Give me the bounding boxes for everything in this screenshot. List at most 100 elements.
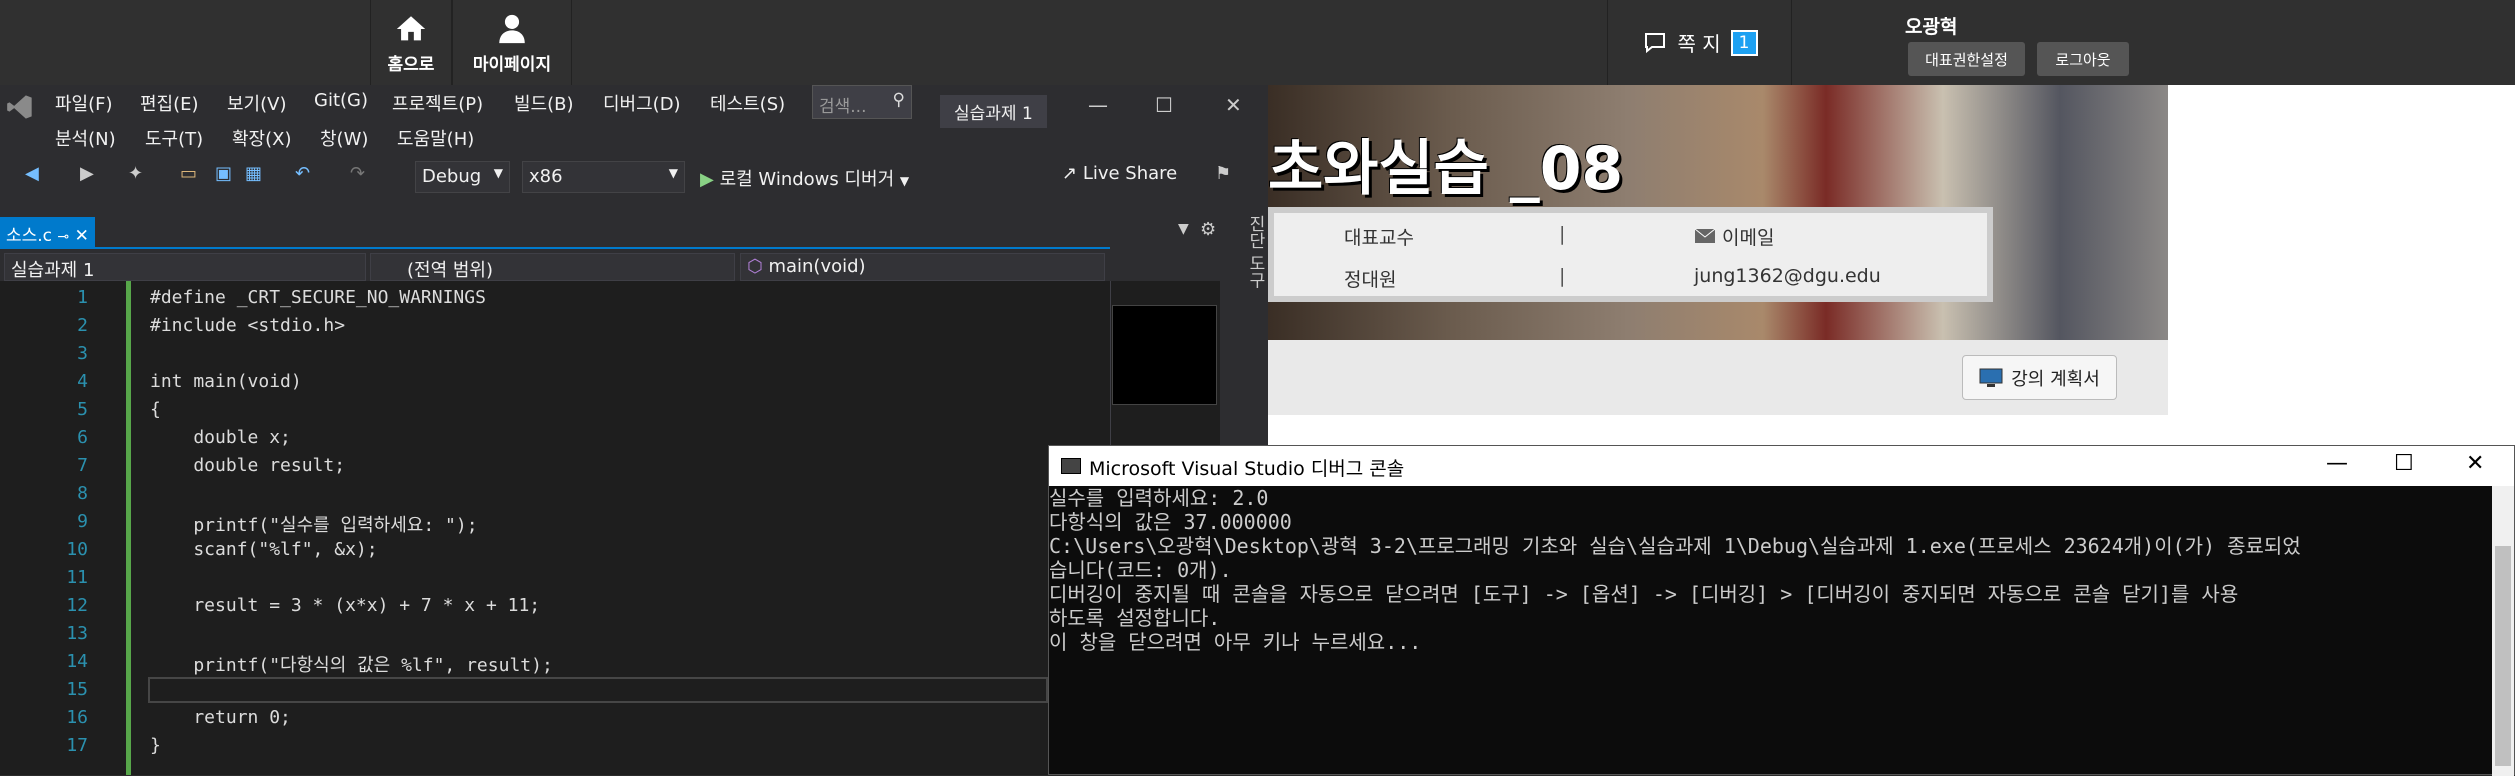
menu-window[interactable]: 창(W) <box>320 125 368 151</box>
redo-icon[interactable]: ↷ <box>350 163 365 184</box>
file-tab[interactable]: 소스.c ⊸ ✕ <box>0 217 95 247</box>
method-icon: ⬡ <box>747 256 763 277</box>
menu-tools[interactable]: 도구(T) <box>145 125 203 151</box>
menu-extensions[interactable]: 확장(X) <box>232 125 292 151</box>
mypage-label: 마이페이지 <box>472 55 552 75</box>
logout-button[interactable]: 로그아웃 <box>2037 42 2129 76</box>
open-folder-icon[interactable]: ▭ <box>180 163 197 184</box>
menu-view[interactable]: 보기(V) <box>227 90 286 116</box>
scrollbar[interactable] <box>2492 486 2514 776</box>
code-line: int main(void) <box>150 371 302 392</box>
code-editor[interactable]: 1 2 3 4 5 6 7 8 9 10 11 12 13 14 15 16 17 #define _CRT_S… <box>0 281 1110 775</box>
console-output[interactable]: 실수를 입력하세요: 2.0 다항식의 값은 37.000000 C:\Users\… <box>1049 486 2489 776</box>
code-line: return 0; <box>150 707 291 728</box>
home-nav-button[interactable]: 홈으로 <box>370 0 452 85</box>
config-value: Debug <box>422 166 482 187</box>
menu-analyze[interactable]: 분석(N) <box>55 125 116 151</box>
line-number: 16 <box>66 707 88 728</box>
gear-icon[interactable]: ⚙ <box>1200 219 1216 240</box>
config-dropdown[interactable]: Debug ▼ <box>415 161 510 193</box>
menu-test[interactable]: 테스트(S) <box>710 90 785 116</box>
dropdown-icon[interactable]: ▼ <box>1178 221 1189 237</box>
file-tab-label: 소스.c <box>6 226 53 246</box>
menu-git[interactable]: Git(G) <box>314 90 368 111</box>
function-dropdown[interactable]: ⬡ main(void) <box>740 253 1105 281</box>
line-number: 11 <box>66 567 88 588</box>
solution-title: 실습과제 1 <box>940 95 1047 128</box>
syllabus-label: 강의 계획서 <box>2011 368 2100 390</box>
code-line: #define _CRT_SECURE_NO_WARNINGS <box>150 287 486 308</box>
live-share-label: Live Share <box>1082 163 1178 184</box>
minimize-icon[interactable]: — <box>2326 451 2348 476</box>
line-number: 1 <box>77 287 88 308</box>
professor-name: 정대원 <box>1344 269 1397 291</box>
play-icon: ▶ <box>700 169 714 190</box>
back-icon[interactable]: ◀ <box>25 163 39 184</box>
line-number: 3 <box>77 343 88 364</box>
search-icon: ⚲ <box>892 90 905 110</box>
close-icon[interactable]: ✕ <box>1225 93 1242 117</box>
mypage-nav-button[interactable]: 마이페이지 <box>452 0 572 85</box>
menu-bar: 파일(F) 편집(E) 보기(V) Git(G) 프로젝트(P) 빌드(B) 디… <box>0 85 1268 153</box>
close-tab-icon[interactable]: ✕ <box>75 226 89 246</box>
feedback-icon[interactable]: ⚑ <box>1215 163 1231 184</box>
scrollbar-thumb[interactable] <box>2495 546 2511 766</box>
search-input[interactable]: 검색... ⚲ <box>812 85 912 119</box>
debug-console-window: Microsoft Visual Studio 디버그 콘솔 — ☐ ✕ 실수를… <box>1048 445 2515 776</box>
minimize-icon[interactable]: — <box>1088 93 1108 117</box>
forward-icon[interactable]: ▶ <box>80 163 94 184</box>
home-label: 홈으로 <box>387 55 435 75</box>
change-indicator <box>126 281 131 775</box>
messages-count-badge: 1 <box>1730 29 1758 56</box>
user-name: 오광혁 <box>1905 16 1958 38</box>
menu-file[interactable]: 파일(F) <box>55 90 113 116</box>
platform-dropdown[interactable]: x86 ▼ <box>522 161 685 193</box>
console-title: Microsoft Visual Studio 디버그 콘솔 <box>1089 458 1405 480</box>
line-number: 17 <box>66 735 88 756</box>
line-number: 13 <box>66 623 88 644</box>
save-all-icon[interactable]: ▦ <box>245 163 262 184</box>
permission-settings-button[interactable]: 대표권한설정 <box>1908 42 2025 76</box>
menu-build[interactable]: 빌드(B) <box>514 90 574 116</box>
search-placeholder: 검색... <box>819 97 867 117</box>
code-line: #include <stdio.h> <box>150 315 346 336</box>
code-line: } <box>150 735 161 756</box>
menu-project[interactable]: 프로젝트(P) <box>392 90 483 116</box>
code-line: printf("다항식의 값은 %lf", result); <box>150 655 553 676</box>
minimap-viewport[interactable] <box>1112 305 1217 405</box>
console-line: 실수를 입력하세요: 2.0 <box>1049 486 1269 510</box>
close-icon[interactable]: ✕ <box>2466 451 2484 476</box>
undo-icon[interactable]: ↶ <box>295 163 310 184</box>
line-number: 9 <box>77 511 88 532</box>
line-number: 6 <box>77 427 88 448</box>
run-label: 로컬 Windows 디버거 <box>719 169 895 190</box>
code-line: { <box>150 399 161 420</box>
maximize-icon[interactable]: ☐ <box>1155 93 1173 117</box>
line-number: 7 <box>77 455 88 476</box>
save-icon[interactable]: ▣ <box>215 163 232 184</box>
monitor-icon <box>1979 368 2003 387</box>
platform-value: x86 <box>529 166 563 187</box>
start-debugging-button[interactable]: ▶ 로컬 Windows 디버거 ▼ <box>700 165 909 191</box>
pin-icon[interactable]: ⊸ <box>57 229 69 245</box>
menu-edit[interactable]: 편집(E) <box>140 90 199 116</box>
maximize-icon[interactable]: ☐ <box>2394 451 2414 476</box>
menu-debug[interactable]: 디버그(D) <box>603 90 681 116</box>
live-share-button[interactable]: ↗ Live Share <box>1062 163 1177 184</box>
menu-help[interactable]: 도움말(H) <box>397 125 474 151</box>
console-line: 습니다(코드: 0개). <box>1049 558 1232 582</box>
professor-email[interactable]: jung1362@dgu.edu <box>1694 265 1881 287</box>
chat-icon <box>1644 32 1665 53</box>
line-number: 2 <box>77 315 88 336</box>
current-line-highlight <box>148 677 1048 703</box>
messages-button[interactable]: 쪽 지 1 <box>1607 0 1792 85</box>
new-item-icon[interactable]: ✦ <box>128 163 143 184</box>
scope-dropdown[interactable]: (전역 범위) <box>370 253 735 281</box>
divider: | <box>1559 265 1566 287</box>
chevron-down-icon: ▼ <box>668 166 678 180</box>
project-dropdown[interactable]: 실습과제 1 <box>4 253 366 281</box>
syllabus-button[interactable]: 강의 계획서 <box>1962 355 2117 400</box>
scope-value: (전역 범위) <box>407 260 494 281</box>
site-header: 홈으로 마이페이지 쪽 지 1 오광혁 대표권한설정 로그아웃 <box>0 0 2515 85</box>
line-number: 10 <box>66 539 88 560</box>
